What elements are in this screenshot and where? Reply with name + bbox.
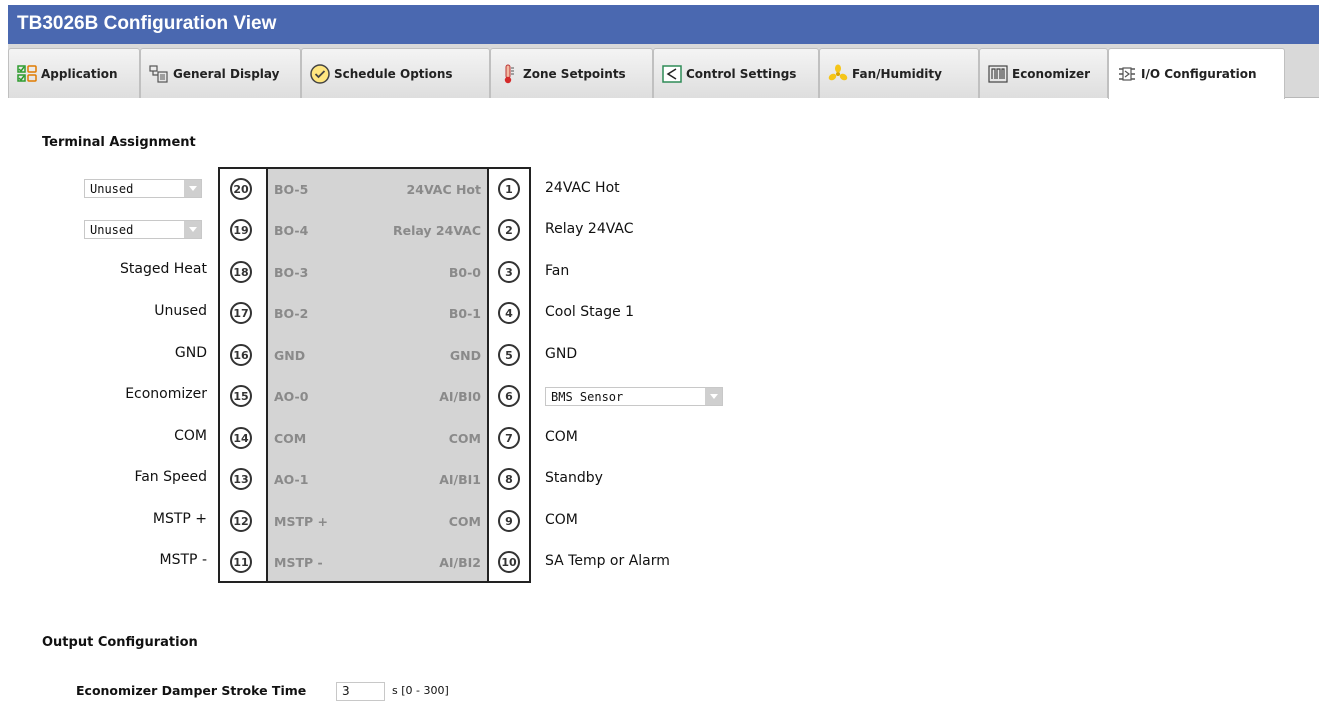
tab-label: Application — [41, 66, 118, 81]
chevron-down-icon[interactable] — [184, 180, 201, 197]
title-bar: TB3026B Configuration View — [8, 5, 1319, 44]
tab-general-display[interactable]: General Display — [140, 48, 301, 98]
fan-icon — [827, 64, 849, 84]
terminal-7-label: COM — [545, 429, 578, 445]
terminal-number-2: 2 — [498, 219, 520, 241]
block-label-gnd-left: GND — [274, 348, 306, 363]
terminal-number-17: 17 — [230, 302, 252, 324]
terminal-number-13: 13 — [230, 468, 252, 490]
economizer-icon — [987, 64, 1009, 84]
block-label-24vac-hot: 24VAC Hot — [406, 182, 481, 197]
block-label-bo2: BO-2 — [274, 306, 309, 321]
block-label-b00: B0-0 — [448, 265, 481, 280]
tab-zone-setpoints[interactable]: Zone Setpoints — [490, 48, 653, 98]
terminal-block-diagram: 20 19 18 17 16 15 14 13 12 11 BO-5 BO-4 … — [218, 167, 531, 583]
terminal-number-3: 3 — [498, 261, 520, 283]
tab-io-configuration[interactable]: I/O Configuration — [1108, 48, 1285, 99]
tab-label: Zone Setpoints — [523, 66, 626, 81]
thermometer-icon — [498, 64, 520, 84]
terminal-13-label: Fan Speed — [134, 469, 207, 485]
block-label-mstp-plus: MSTP + — [274, 514, 328, 529]
terminal-15-label: Economizer — [125, 386, 207, 402]
block-label-mstp-minus: MSTP - — [274, 555, 323, 570]
terminal-16-label: GND — [174, 345, 207, 361]
tab-schedule-options[interactable]: Schedule Options — [301, 48, 490, 98]
tab-strip: Application General Display Schedule Opt… — [8, 44, 1319, 99]
tab-label: Schedule Options — [334, 66, 453, 81]
block-label-bo4: BO-4 — [274, 223, 309, 238]
schedule-check-icon — [309, 63, 331, 84]
terminal-number-6: 6 — [498, 385, 520, 407]
block-label-com-right-7: COM — [448, 431, 481, 446]
block-label-relay-24vac: Relay 24VAC — [392, 223, 481, 238]
terminal-8-label: Standby — [545, 470, 603, 486]
terminal-20-value: Unused — [90, 181, 134, 196]
tab-label: I/O Configuration — [1141, 67, 1257, 81]
block-label-ao0: AO-0 — [274, 389, 309, 404]
block-label-bo3: BO-3 — [274, 265, 309, 280]
terminal-12-label: MSTP + — [152, 511, 207, 527]
terminal-number-5: 5 — [498, 344, 520, 366]
terminal-3-label: Fan — [545, 263, 570, 279]
block-label-gnd-right: GND — [449, 348, 481, 363]
application-icon — [16, 64, 38, 84]
terminal-2-label: Relay 24VAC — [545, 221, 634, 237]
terminal-number-20: 20 — [230, 178, 252, 200]
tab-label: General Display — [173, 66, 280, 81]
window-title: TB3026B Configuration View — [17, 13, 277, 34]
damper-stroke-time-label: Economizer Damper Stroke Time — [76, 683, 307, 698]
output-configuration-title: Output Configuration — [42, 635, 198, 650]
terminal-5-label: GND — [545, 346, 578, 362]
damper-stroke-time-unit: s [0 - 300] — [392, 684, 449, 697]
tab-application[interactable]: Application — [8, 48, 140, 98]
terminal-number-4: 4 — [498, 302, 520, 324]
terminal-17-label: Unused — [154, 303, 207, 319]
terminal-number-7: 7 — [498, 427, 520, 449]
terminal-number-8: 8 — [498, 468, 520, 490]
terminal-number-14: 14 — [230, 427, 252, 449]
tab-fan-humidity[interactable]: Fan/Humidity — [819, 48, 979, 98]
tab-economizer[interactable]: Economizer — [979, 48, 1108, 98]
terminal-number-9: 9 — [498, 510, 520, 532]
terminal-14-label: COM — [174, 428, 207, 444]
terminal-number-12: 12 — [230, 510, 252, 532]
tab-control-settings[interactable]: Control Settings — [653, 48, 819, 98]
block-label-ao1: AO-1 — [274, 472, 309, 487]
terminal-10-label: SA Temp or Alarm — [545, 553, 670, 569]
block-label-com-right-9: COM — [448, 514, 481, 529]
terminal-number-16: 16 — [230, 344, 252, 366]
block-label-b01: B0-1 — [448, 306, 481, 321]
terminal-number-10: 10 — [498, 551, 520, 573]
terminal-11-label: MSTP - — [159, 552, 207, 568]
display-icon — [148, 64, 170, 84]
terminal-18-label: Staged Heat — [119, 261, 207, 277]
tab-label: Fan/Humidity — [852, 66, 942, 81]
terminal-6-select[interactable]: BMS Sensor — [545, 387, 723, 406]
terminal-number-19: 19 — [230, 219, 252, 241]
chevron-down-icon[interactable] — [705, 388, 722, 405]
block-label-aibi1: AI/BI1 — [439, 472, 481, 487]
terminal-number-11: 11 — [230, 551, 252, 573]
terminal-number-15: 15 — [230, 385, 252, 407]
block-label-com-left: COM — [274, 431, 307, 446]
chevron-down-icon[interactable] — [184, 221, 201, 238]
terminal-number-18: 18 — [230, 261, 252, 283]
terminal-6-value: BMS Sensor — [551, 389, 624, 404]
block-label-bo5: BO-5 — [274, 182, 309, 197]
tab-label: Economizer — [1012, 66, 1090, 81]
control-settings-icon — [661, 64, 683, 84]
terminal-19-select[interactable]: Unused — [84, 220, 202, 239]
terminal-number-1: 1 — [498, 178, 520, 200]
block-label-aibi2: AI/BI2 — [439, 555, 481, 570]
terminal-4-label: Cool Stage 1 — [545, 304, 635, 320]
tab-label: Control Settings — [686, 66, 797, 81]
terminal-19-value: Unused — [90, 222, 134, 237]
io-config-icon — [1116, 64, 1138, 84]
terminal-assignment-title: Terminal Assignment — [42, 135, 196, 150]
terminal-20-select[interactable]: Unused — [84, 179, 202, 198]
damper-stroke-time-input[interactable]: 3 — [336, 682, 385, 701]
terminal-9-label: COM — [545, 512, 578, 528]
terminal-1-label: 24VAC Hot — [545, 180, 620, 196]
block-label-aibi0: AI/BI0 — [439, 389, 481, 404]
